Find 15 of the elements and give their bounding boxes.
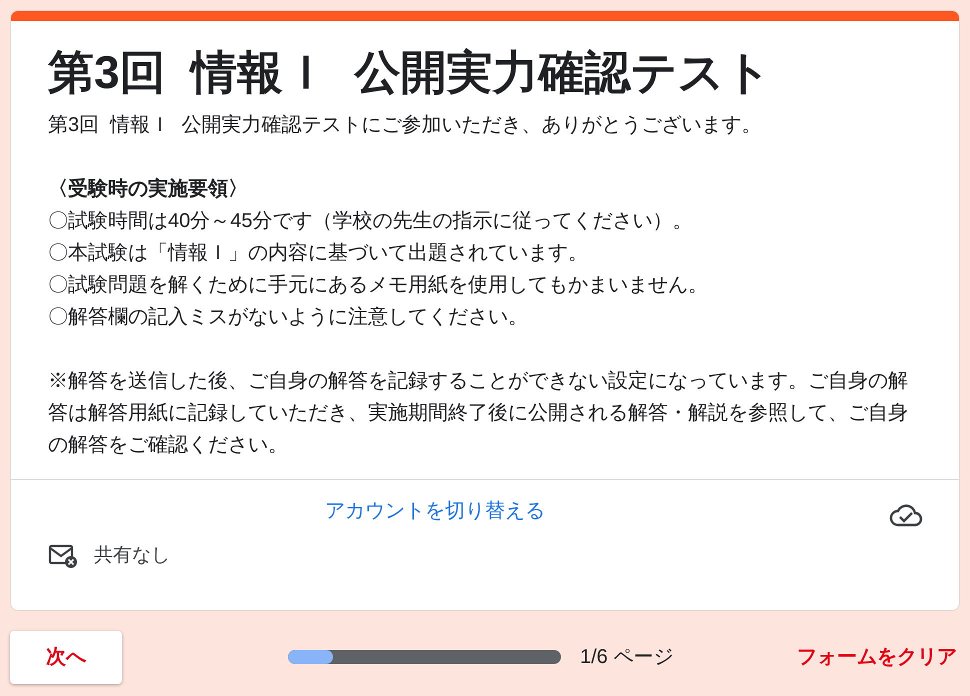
intro-text: 第3回 情報Ｉ 公開実力確認テストにご参加いただき、ありがとうございます。 <box>48 113 762 138</box>
guideline-item: 〇解答欄の記入ミスがないように注意してください。 <box>48 305 529 330</box>
guideline-item: 〇試験時間は40分～45分です（学校の先生の指示に従ってください）。 <box>48 209 694 234</box>
form-title: 第3回 情報Ｉ 公開実力確認テスト <box>48 45 773 100</box>
cloud-saved-icon <box>889 502 923 528</box>
sharing-status: 共有なし <box>94 544 170 568</box>
note-text: ※解答を送信した後、ご自身の解答を記録することができない設定になっています。ご自身の解答は解答用紙に記録していただき、実施期間終了後に公開される解答・解説を参照して、ご自身の解答をご確認ください。 <box>48 369 909 458</box>
page-indicator: 1/6 ページ <box>580 645 674 670</box>
clear-form-button[interactable]: フォームをクリア <box>797 642 957 672</box>
guidelines-heading: 〈受験時の実施要領〉 <box>48 176 249 202</box>
switch-account-link[interactable]: アカウントを切り替える <box>325 496 545 526</box>
guideline-item: 〇試験問題を解くために手元にあるメモ用紙を使用してもかまいません。 <box>48 273 709 298</box>
guideline-item: 〇本試験は「情報Ｉ」の内容に基づいて出題されています。 <box>48 241 589 266</box>
next-button[interactable]: 次へ <box>10 630 122 684</box>
mail-off-icon <box>48 543 78 570</box>
